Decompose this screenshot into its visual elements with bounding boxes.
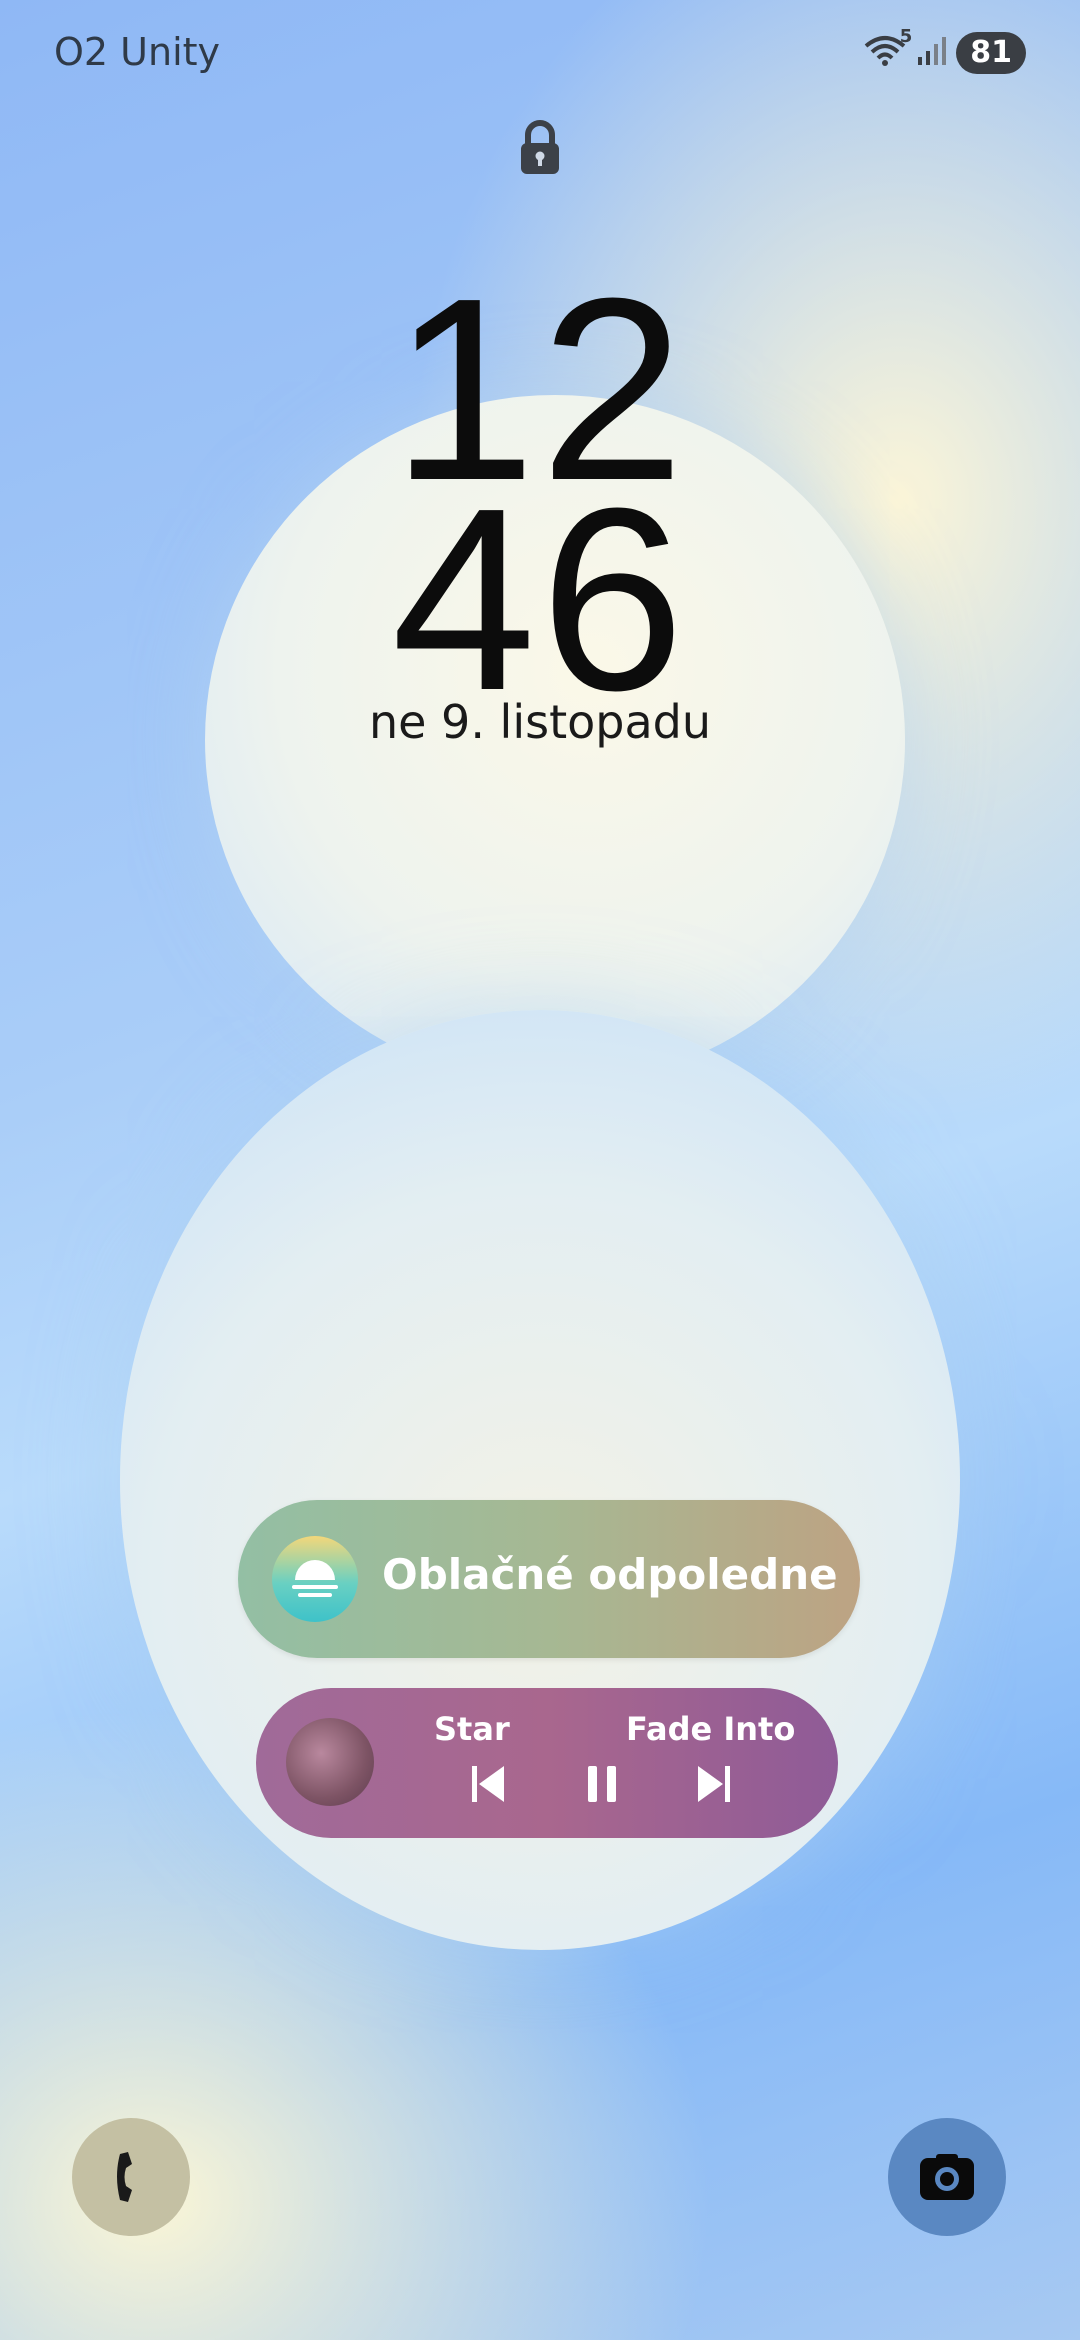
track-title-right: Fade Into <box>626 1710 796 1748</box>
clock-minute: 46 <box>391 455 689 745</box>
date-label: ne 9. listopadu <box>368 695 712 749</box>
weather-description: Oblačné odpoledne <box>382 1550 838 1599</box>
camera-icon <box>918 2152 976 2206</box>
wifi-icon: 5 <box>864 26 912 72</box>
track-title-left: Star <box>434 1710 510 1748</box>
phone-icon <box>110 2148 152 2210</box>
album-art <box>286 1718 374 1806</box>
status-icons: 5 81 <box>864 26 1026 74</box>
previous-icon[interactable] <box>470 1764 506 1808</box>
next-icon[interactable] <box>696 1764 732 1808</box>
weather-widget[interactable]: Oblačné odpoledne <box>238 1500 860 1658</box>
carrier-name: O2 Unity <box>54 30 221 74</box>
media-player-widget[interactable]: Star Fade Into <box>256 1688 838 1838</box>
camera-shortcut-button[interactable] <box>888 2118 1006 2236</box>
phone-shortcut-button[interactable] <box>72 2118 190 2236</box>
battery-icon: 81 <box>956 32 1026 74</box>
cloudy-icon <box>272 1536 358 1622</box>
status-bar: O2 Unity 5 81 <box>0 26 1080 78</box>
lock-icon[interactable] <box>517 120 563 180</box>
signal-icon <box>916 35 947 71</box>
pause-icon[interactable] <box>584 1764 620 1808</box>
network-type-label: 5 <box>899 26 913 47</box>
